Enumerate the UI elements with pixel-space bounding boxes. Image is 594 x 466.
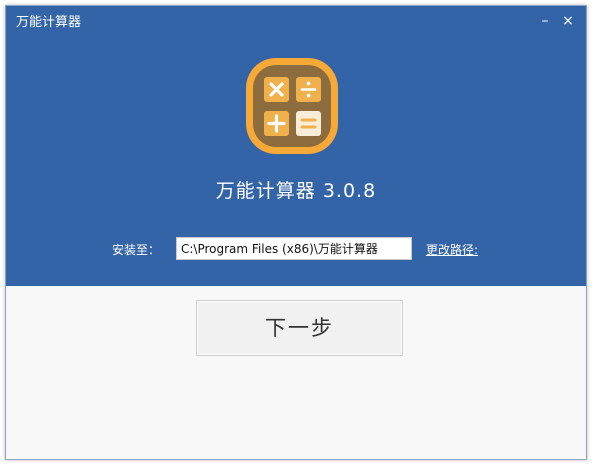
calculator-icon [246, 58, 338, 154]
minimize-button[interactable]: – [536, 12, 554, 30]
header-panel: 万能计算器 – × 万能计算器 3.0.8 安装至： C:\Program Fi… [6, 6, 586, 286]
install-path-input[interactable] [176, 237, 412, 260]
next-button[interactable]: 下一步 [196, 300, 403, 356]
app-name-version: 万能计算器 3.0.8 [215, 180, 377, 202]
install-location-label: 安装至： [112, 243, 161, 257]
installer-window: 万能计算器 – × 万能计算器 3.0.8 安装至： C:\Program Fi… [5, 5, 587, 460]
window-title: 万能计算器 [16, 15, 82, 30]
change-path-link[interactable]: 更改路径: [426, 241, 478, 258]
close-button[interactable]: × [559, 12, 577, 30]
